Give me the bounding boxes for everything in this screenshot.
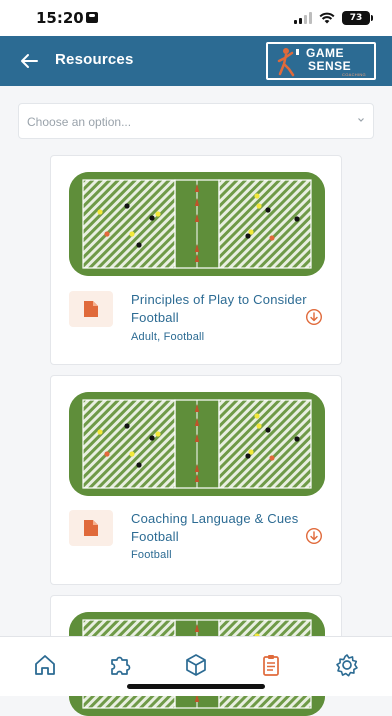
gear-icon[interactable] xyxy=(333,651,361,679)
game-sense-logo: GAME SENSE COACHING xyxy=(266,42,376,80)
download-icon[interactable] xyxy=(305,308,323,326)
status-bar: 15:20 73 xyxy=(0,0,392,36)
filter-placeholder: Choose an option... xyxy=(27,115,132,129)
status-time: 15:20 xyxy=(36,9,84,27)
logo-text-coaching: COACHING xyxy=(342,72,366,77)
resource-card[interactable]: Coaching Language & Cues Football Footba… xyxy=(50,375,342,585)
app-header: Resources GAME SENSE COACHING xyxy=(0,36,392,86)
resource-tags: Football xyxy=(131,549,172,561)
logo-text-sense: SENSE xyxy=(308,59,352,73)
id-card-icon xyxy=(86,12,98,23)
battery-icon: 73 xyxy=(342,11,373,25)
chevron-down-icon xyxy=(358,118,364,122)
document-tile xyxy=(69,510,113,546)
home-indicator xyxy=(127,684,265,689)
document-icon xyxy=(84,520,98,536)
resource-title[interactable]: Coaching Language & Cues Football xyxy=(131,510,321,546)
wifi-icon xyxy=(319,12,335,24)
signal-icon xyxy=(294,12,312,24)
document-tile xyxy=(69,291,113,327)
resource-tags: Adult, Football xyxy=(131,331,205,343)
cube-icon[interactable] xyxy=(182,651,210,679)
download-icon[interactable] xyxy=(305,527,323,545)
home-icon[interactable] xyxy=(31,651,59,679)
back-arrow-icon[interactable] xyxy=(18,50,40,72)
puzzle-icon[interactable] xyxy=(106,651,134,679)
logo-text-game: GAME xyxy=(306,46,344,60)
player-figure-icon xyxy=(277,48,299,77)
filter-select[interactable]: Choose an option... xyxy=(18,103,374,139)
document-icon xyxy=(84,301,98,317)
resource-card[interactable]: Principles of Play to Consider Football … xyxy=(50,155,342,365)
pitch-diagram-image xyxy=(69,392,325,496)
clipboard-icon[interactable] xyxy=(257,651,285,679)
page-title: Resources xyxy=(55,51,134,68)
resource-title[interactable]: Principles of Play to Consider Football xyxy=(131,291,321,327)
pitch-diagram-image xyxy=(69,172,325,276)
status-indicators: 73 xyxy=(294,11,373,25)
